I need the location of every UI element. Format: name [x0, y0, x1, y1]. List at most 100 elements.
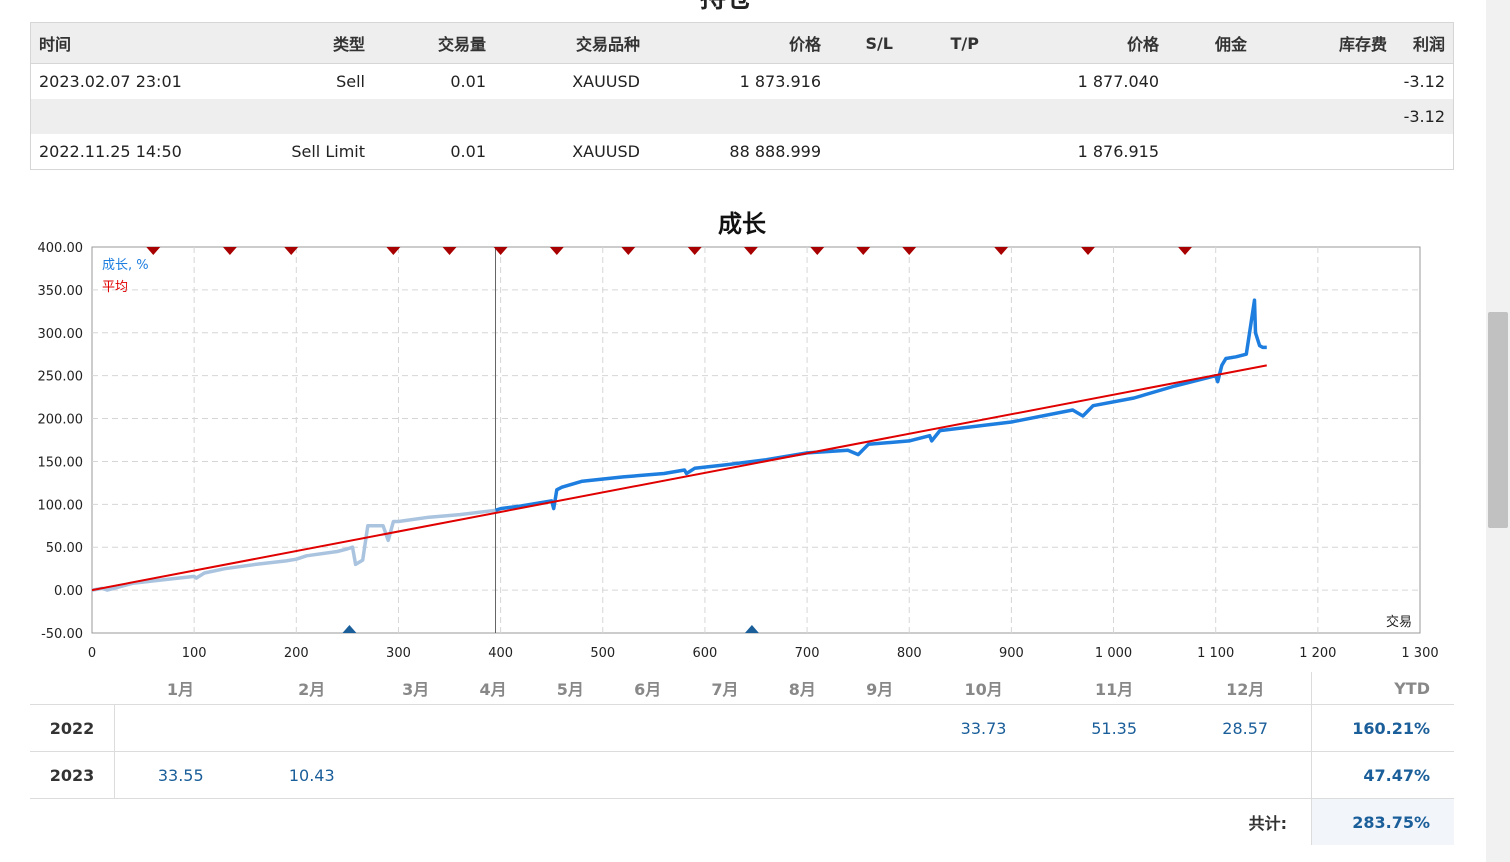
col-profit[interactable]: 利润	[1395, 22, 1454, 64]
x-axis-label: 交易	[1386, 614, 1412, 630]
y-tick-label: -50.00	[41, 627, 83, 642]
total-row: 共计: 283.75%	[30, 798, 1454, 845]
year-header	[30, 672, 115, 705]
month-header: 4月	[454, 672, 532, 705]
y-tick-label: 350.00	[38, 284, 84, 299]
col-volume[interactable]: 交易量	[373, 22, 494, 64]
x-tick-label: 300	[386, 646, 411, 661]
y-tick-label: 400.00	[38, 241, 84, 256]
month-value	[609, 704, 687, 752]
month-header: 2月	[246, 672, 378, 705]
x-tick-label: 400	[488, 646, 513, 661]
cell-commission	[1167, 64, 1255, 100]
col-commission[interactable]: 佣金	[1167, 22, 1255, 64]
monthly-header-row: 1月 2月 3月 4月 5月 6月 7月 8月 9月 10月 11月 12月 Y…	[30, 672, 1454, 705]
cell-swap	[1255, 64, 1395, 100]
x-tick-label: 1 300	[1401, 646, 1438, 661]
cell-commission	[1167, 99, 1255, 134]
cell-sl	[829, 99, 901, 134]
cell-tp	[901, 134, 987, 170]
month-value	[686, 704, 764, 752]
x-tick-label: 700	[795, 646, 820, 661]
cell-tp	[901, 64, 987, 100]
month-value	[1048, 751, 1180, 799]
total-label: 共计:	[1248, 814, 1287, 833]
col-time[interactable]: 时间	[30, 22, 237, 64]
year-row-2022: 2022 33.73 51.35 28.57 160.21%	[30, 704, 1454, 752]
month-value	[686, 751, 764, 799]
month-value	[763, 704, 841, 752]
x-tick-label: 1 200	[1299, 646, 1336, 661]
col-price[interactable]: 价格	[648, 22, 829, 64]
month-value: 10.43	[246, 751, 378, 799]
x-tick-label: 0	[88, 646, 96, 661]
x-tick-label: 1 100	[1197, 646, 1234, 661]
y-tick-label: 100.00	[38, 498, 84, 513]
month-value	[840, 751, 919, 799]
month-value: 33.55	[114, 751, 247, 799]
x-tick-label: 200	[284, 646, 309, 661]
cell-type	[237, 99, 373, 134]
cell-tp	[901, 99, 987, 134]
cell-profit	[1395, 134, 1454, 170]
month-value: 51.35	[1048, 704, 1180, 752]
cell-sl	[829, 64, 901, 100]
month-header: 10月	[918, 672, 1049, 705]
legend-average: 平均	[102, 280, 128, 295]
month-value	[840, 704, 919, 752]
cell-price	[648, 99, 829, 134]
plot-area	[91, 246, 1421, 634]
x-tick-label: 600	[693, 646, 718, 661]
month-header: 8月	[763, 672, 841, 705]
cell-price: 88 888.999	[729, 142, 821, 161]
section-title-positions: 持仓	[700, 0, 752, 15]
cell-sl	[829, 134, 901, 170]
y-tick-label: 200.00	[38, 413, 84, 428]
month-header: 11月	[1048, 672, 1180, 705]
x-tick-label: 500	[590, 646, 615, 661]
month-value: 28.57	[1179, 704, 1312, 752]
x-tick-label: 900	[999, 646, 1024, 661]
cell-swap	[1255, 99, 1395, 134]
y-tick-label: 250.00	[38, 370, 84, 385]
cell-symbol: XAUUSD	[572, 142, 640, 161]
cell-type: Sell	[336, 72, 365, 91]
cell-volume: 0.01	[450, 72, 486, 91]
col-price-current[interactable]: 价格	[987, 22, 1167, 64]
chart-title: 成长	[718, 210, 766, 238]
scrollbar-thumb[interactable]	[1488, 312, 1508, 528]
month-header: 6月	[609, 672, 687, 705]
cell-type: Sell Limit	[291, 142, 365, 161]
col-type[interactable]: 类型	[237, 22, 373, 64]
col-symbol[interactable]: 交易品种	[494, 22, 648, 64]
x-tick-label: 800	[897, 646, 922, 661]
y-tick-label: 0.00	[54, 584, 83, 599]
month-value: 33.73	[918, 704, 1049, 752]
x-tick-label: 1 000	[1095, 646, 1132, 661]
ytd-header: YTD	[1311, 672, 1454, 705]
growth-chart[interactable]: -50.00 0.00 50.00 100.00 150.00 200.00 250.00 3…	[0, 238, 1480, 668]
col-tp[interactable]: T/P	[901, 22, 987, 64]
table-row: 2023.02.07 23:01 Sell 0.01 XAUUSD 1 873.…	[31, 64, 1454, 100]
cell-volume	[373, 99, 494, 134]
month-value	[609, 751, 687, 799]
cell-volume: 0.01	[450, 142, 486, 161]
col-swap[interactable]: 库存费	[1255, 22, 1395, 64]
page-scrollbar[interactable]	[1486, 0, 1510, 862]
orders-header-row: 时间 类型 交易量 交易品种 价格 S/L T/P 价格 佣金 库存费 利润	[30, 22, 1454, 64]
month-value	[531, 704, 609, 752]
cell-price-current: 1 877.040	[1077, 72, 1159, 91]
monthly-returns-table: 1月 2月 3月 4月 5月 6月 7月 8月 9月 10月 11月 12月 Y…	[30, 672, 1454, 845]
col-sl[interactable]: S/L	[829, 22, 901, 64]
y-tick-label: 50.00	[46, 541, 83, 556]
cell-symbol	[494, 99, 648, 134]
month-value	[918, 751, 1049, 799]
cell-time: 2022.11.25 14:50	[39, 142, 182, 161]
cell-profit-total: -3.12	[1395, 99, 1454, 134]
cell-price-current	[987, 99, 1167, 134]
ytd-value: 47.47%	[1311, 751, 1454, 799]
month-value	[377, 751, 455, 799]
y-tick-label: 150.00	[38, 455, 84, 470]
x-tick-label: 100	[182, 646, 207, 661]
table-row: 2022.11.25 14:50 Sell Limit 0.01 XAUUSD …	[31, 134, 1454, 170]
